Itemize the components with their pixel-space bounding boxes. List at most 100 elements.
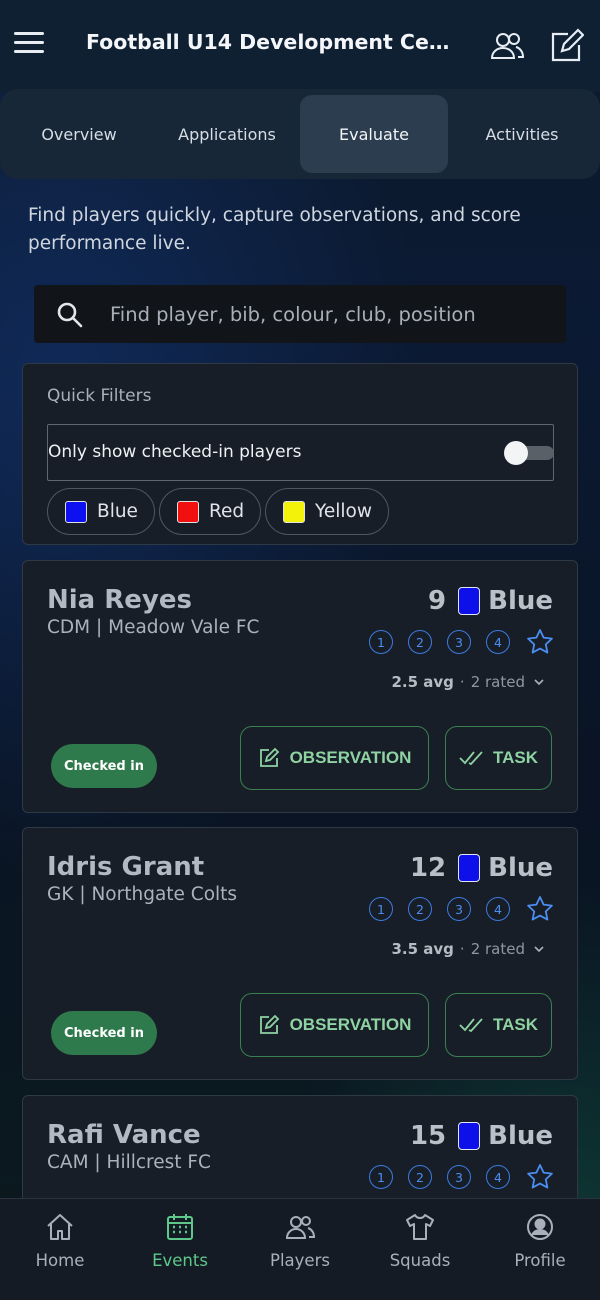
bib-colour-swatch — [458, 1122, 481, 1150]
edit-note-icon — [259, 747, 279, 767]
observation-button[interactable]: OBSERVATION — [240, 993, 429, 1057]
rating-controls: 1 2 3 4 — [369, 1162, 555, 1192]
rated-count: 2 rated — [470, 673, 525, 691]
quick-filters-title: Quick Filters — [47, 386, 152, 406]
task-button[interactable]: TASK — [445, 726, 552, 790]
nav-events[interactable]: Events — [120, 1211, 240, 1281]
player-name: Nia Reyes — [47, 585, 192, 615]
calendar-icon — [167, 1214, 193, 1240]
home-icon — [47, 1214, 73, 1240]
checked-in-toggle-row[interactable]: Only show checked-in players — [47, 424, 554, 481]
tab-bar: Overview Applications Evaluate Activitie… — [0, 89, 600, 179]
player-name: Rafi Vance — [47, 1120, 201, 1150]
status-badge: Checked in — [51, 744, 157, 788]
bib-colour: Blue — [488, 853, 553, 883]
tab-evaluate[interactable]: Evaluate — [300, 95, 448, 173]
checked-in-toggle[interactable] — [504, 441, 554, 465]
observation-label: OBSERVATION — [289, 748, 412, 767]
nav-label: Home — [35, 1251, 85, 1270]
tab-applications[interactable]: Applications — [153, 95, 301, 173]
edit-note-icon[interactable] — [548, 28, 584, 64]
observation-label: OBSERVATION — [289, 1015, 412, 1034]
player-card: Idris Grant GK | Northgate Colts 12 Blue… — [22, 827, 578, 1080]
bib-number: 15 — [409, 1121, 447, 1151]
nav-profile[interactable]: Profile — [480, 1211, 600, 1281]
bib-colour-swatch — [458, 854, 481, 882]
rating-controls: 1 2 3 4 — [369, 627, 555, 657]
rating-summary[interactable]: 3.5 avg · 2 rated — [391, 940, 545, 958]
player-position-club: CDM | Meadow Vale FC — [47, 617, 260, 638]
task-label: TASK — [492, 748, 538, 767]
rated-count: 2 rated — [470, 940, 525, 958]
average-rating: 3.5 avg — [391, 940, 454, 958]
rating-button-3[interactable]: 3 — [447, 630, 471, 654]
rating-button-3[interactable]: 3 — [447, 897, 471, 921]
quick-filters-panel: Quick Filters Only show checked-in playe… — [22, 363, 578, 545]
bib-colour: Blue — [488, 586, 553, 616]
chip-label: Red — [209, 501, 245, 522]
bib-number: 12 — [409, 853, 447, 883]
filter-chip-yellow[interactable]: Yellow — [265, 488, 389, 535]
bib-info: 12 Blue — [410, 852, 553, 884]
nav-label: Events — [152, 1251, 208, 1270]
task-button[interactable]: TASK — [445, 993, 552, 1057]
rating-button-1[interactable]: 1 — [369, 630, 393, 654]
status-badge: Checked in — [51, 1011, 157, 1055]
search-bar — [34, 285, 566, 343]
chip-label: Yellow — [315, 501, 372, 522]
bib-info: 9 Blue — [428, 585, 553, 617]
rating-button-2[interactable]: 2 — [408, 897, 432, 921]
bottom-navigation: Home Events Players Squads Profile — [0, 1198, 600, 1300]
rating-button-3[interactable]: 3 — [447, 1165, 471, 1189]
nav-label: Profile — [514, 1251, 566, 1270]
search-input[interactable] — [110, 285, 566, 343]
hamburger-menu-icon[interactable] — [14, 32, 44, 58]
player-position-club: GK | Northgate Colts — [47, 884, 238, 905]
star-icon[interactable] — [525, 1162, 555, 1192]
nav-label: Players — [270, 1251, 330, 1270]
rating-button-4[interactable]: 4 — [486, 630, 510, 654]
double-check-icon — [459, 1018, 483, 1033]
nav-label: Squads — [389, 1251, 451, 1270]
color-swatch — [283, 500, 305, 523]
filter-chip-red[interactable]: Red — [159, 488, 262, 535]
chevron-down-icon — [534, 946, 544, 953]
nav-players[interactable]: Players — [240, 1211, 360, 1281]
edit-note-icon — [259, 1014, 279, 1034]
people-icon — [285, 1216, 316, 1239]
rating-button-4[interactable]: 4 — [486, 897, 510, 921]
filter-chip-blue[interactable]: Blue — [47, 488, 155, 535]
average-rating: 2.5 avg — [391, 673, 454, 691]
player-card: Nia Reyes CDM | Meadow Vale FC 9 Blue 1 … — [22, 560, 578, 813]
profile-icon — [527, 1214, 553, 1240]
rating-button-4[interactable]: 4 — [486, 1165, 510, 1189]
nav-squads[interactable]: Squads — [360, 1211, 480, 1281]
rating-button-2[interactable]: 2 — [408, 1165, 432, 1189]
star-icon[interactable] — [525, 627, 555, 657]
bib-colour: Blue — [488, 1121, 553, 1151]
checked-in-toggle-label: Only show checked-in players — [48, 442, 302, 462]
player-name: Idris Grant — [47, 852, 205, 882]
tab-activities[interactable]: Activities — [448, 95, 596, 173]
nav-home[interactable]: Home — [0, 1211, 120, 1281]
star-icon[interactable] — [525, 894, 555, 924]
rating-controls: 1 2 3 4 — [369, 894, 555, 924]
player-position-club: CAM | Hillcrest FC — [47, 1152, 211, 1173]
task-label: TASK — [492, 1015, 538, 1034]
rating-button-2[interactable]: 2 — [408, 630, 432, 654]
bib-info: 15 Blue — [410, 1120, 553, 1152]
chip-label: Blue — [97, 501, 138, 522]
tab-overview[interactable]: Overview — [5, 95, 153, 173]
top-app-bar: Football U14 Development Centre — [0, 0, 600, 92]
bib-number: 9 — [428, 586, 447, 616]
rating-button-1[interactable]: 1 — [369, 1165, 393, 1189]
color-swatch — [65, 500, 87, 523]
app-title: Football U14 Development Centre — [86, 30, 456, 54]
intro-text: Find players quickly, capture observatio… — [28, 205, 521, 254]
rating-summary[interactable]: 2.5 avg · 2 rated — [391, 673, 545, 691]
double-check-icon — [459, 751, 483, 766]
rating-button-1[interactable]: 1 — [369, 897, 393, 921]
bib-colour-swatch — [458, 587, 481, 615]
people-icon[interactable] — [489, 28, 525, 64]
observation-button[interactable]: OBSERVATION — [240, 726, 429, 790]
